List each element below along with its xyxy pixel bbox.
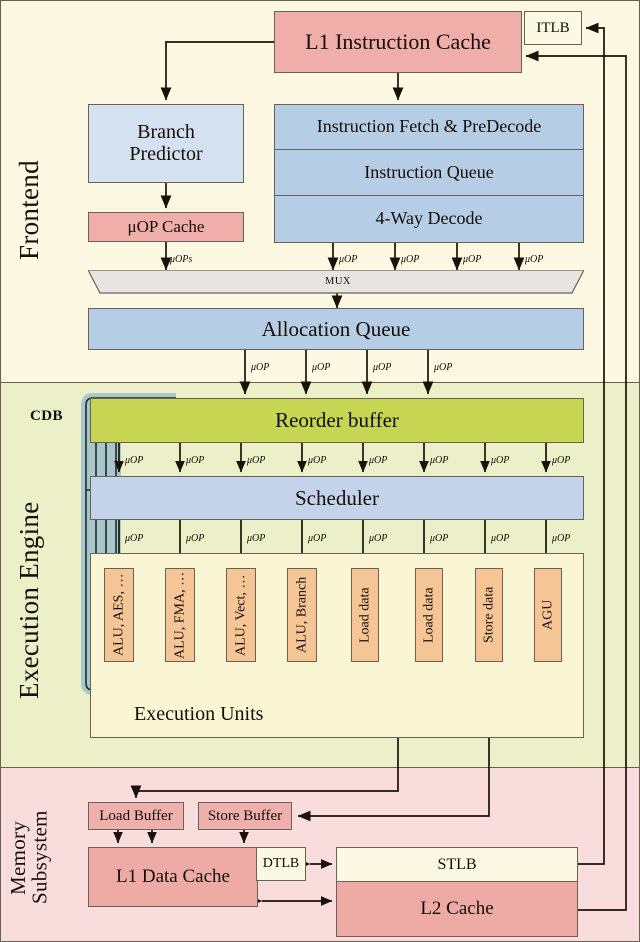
l1-instruction-cache-box[interactable]: L1 Instruction Cache: [274, 11, 522, 73]
execution-unit-alu-branch[interactable]: ALU, Branch: [287, 568, 317, 662]
itlb-box[interactable]: ITLB: [524, 11, 582, 45]
execution-unit-alu-fma[interactable]: ALU, FMA, …: [165, 568, 195, 662]
bus-label-uop: μOP: [491, 455, 510, 466]
bus-label-uop: μOP: [312, 362, 331, 373]
bus-label-uop: μOP: [369, 533, 388, 544]
bus-label-uop: μOP: [463, 254, 482, 265]
allocation-queue-box[interactable]: Allocation Queue: [88, 308, 584, 350]
scheduler-box[interactable]: Scheduler: [90, 476, 584, 520]
bus-label-uop: μOP: [251, 362, 270, 373]
bus-label-uop: μOP: [247, 533, 266, 544]
branch-predictor-label-2: Predictor: [129, 142, 203, 165]
execution-units-label: Execution Units: [134, 703, 264, 725]
execution-unit-store-data[interactable]: Store data: [475, 568, 503, 662]
execution-unit-load-data-0[interactable]: Load data: [351, 568, 379, 662]
reorder-buffer-box[interactable]: Reorder buffer: [90, 398, 584, 443]
bus-label-uop: μOP: [308, 455, 327, 466]
bus-label-uop: μOP: [525, 254, 544, 265]
branch-predictor-box[interactable]: Branch Predictor: [88, 104, 244, 183]
cdb-label: CDB: [30, 408, 63, 424]
load-buffer-box[interactable]: Load Buffer: [88, 802, 184, 830]
execution-unit-alu-vect[interactable]: ALU, Vect, …: [226, 568, 256, 662]
stlb-box[interactable]: STLB: [336, 847, 578, 882]
bus-label-uop: μOP: [369, 455, 388, 466]
instruction-fetch-predecode-box[interactable]: Instruction Fetch & PreDecode: [274, 104, 584, 150]
l2-cache-box[interactable]: L2 Cache: [336, 882, 578, 937]
bus-label-uop: μOP: [552, 455, 571, 466]
uop-cache-box[interactable]: μOP Cache: [88, 212, 244, 242]
bus-label-uop: μOP: [373, 362, 392, 373]
execution-unit-agu[interactable]: AGU: [534, 568, 562, 662]
bus-label-uop: μOP: [125, 533, 144, 544]
mux-label: MUX: [325, 276, 352, 287]
bus-label-uop: μOP: [339, 254, 358, 265]
bus-label-uop: μOP: [125, 455, 144, 466]
bus-label-uop: μOP: [430, 533, 449, 544]
bus-label-uop: μOP: [491, 533, 510, 544]
bus-label-uop: μOP: [308, 533, 327, 544]
instruction-queue-box[interactable]: Instruction Queue: [274, 150, 584, 196]
dtlb-box[interactable]: DTLB: [256, 847, 306, 881]
bus-label-uop: μOP: [430, 455, 449, 466]
l1-data-cache-box[interactable]: L1 Data Cache: [88, 847, 258, 907]
bus-label-uop: μOP: [552, 533, 571, 544]
decode-box[interactable]: 4-Way Decode: [274, 196, 584, 243]
bus-label-uop: μOP: [401, 254, 420, 265]
execution-unit-alu-aes[interactable]: ALU, AES, …: [104, 568, 134, 662]
store-buffer-box[interactable]: Store Buffer: [198, 802, 292, 830]
execution-unit-load-data-1[interactable]: Load data: [415, 568, 443, 662]
branch-predictor-label-1: Branch: [137, 120, 195, 143]
bus-label-uop: μOP: [434, 362, 453, 373]
bus-label-uops: μOPs: [170, 254, 193, 265]
bus-label-uop: μOP: [186, 455, 205, 466]
bus-label-uop: μOP: [247, 455, 266, 466]
bus-label-uop: μOP: [186, 533, 205, 544]
cpu-microarchitecture-diagram: Frontend Execution Engine Memory Subsyst…: [0, 0, 640, 942]
